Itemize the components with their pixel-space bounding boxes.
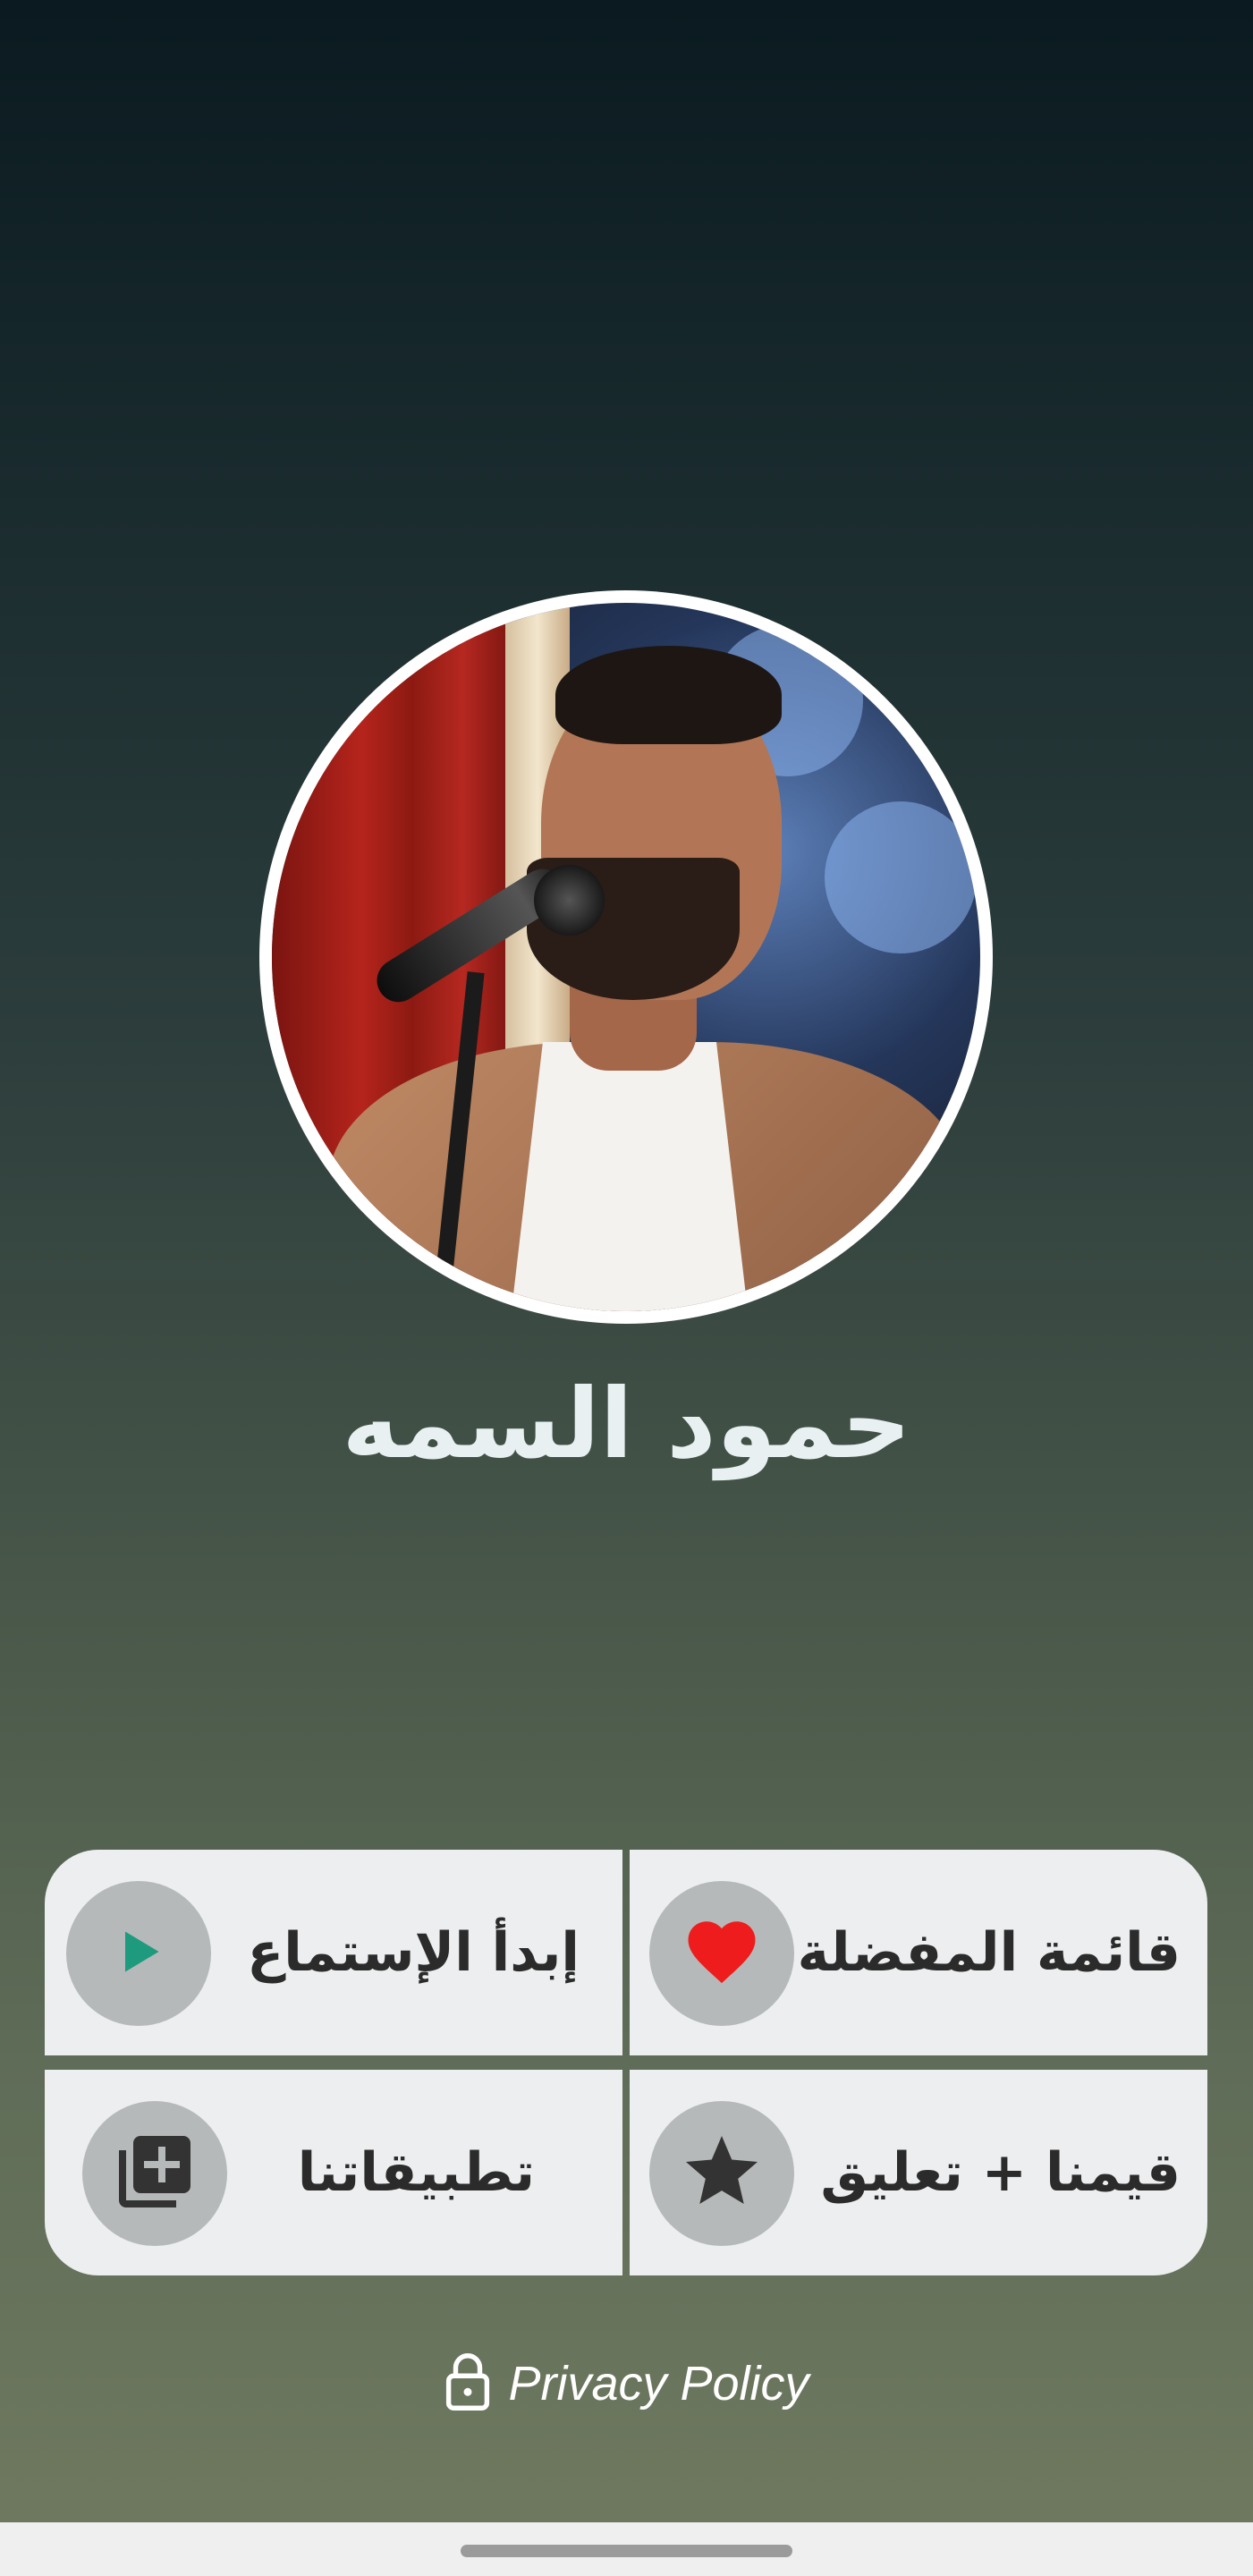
rate-us-button[interactable]: قيمنا + تعليق: [630, 2070, 1207, 2275]
heart-icon: [682, 1911, 762, 1996]
heart-icon-circle: [649, 1881, 794, 2026]
artist-avatar: [259, 590, 993, 1324]
rate-us-label: قيمنا + تعليق: [820, 2141, 1181, 2204]
lock-icon: [444, 2351, 492, 2417]
privacy-policy-link[interactable]: Privacy Policy: [0, 2343, 1253, 2424]
artist-name: حمود السمه: [342, 1368, 911, 1480]
artist-photo: [272, 603, 980, 1311]
system-nav-bar: [0, 2522, 1253, 2576]
privacy-policy-label: Privacy Policy: [508, 2357, 809, 2411]
star-icon: [679, 2129, 765, 2218]
home-indicator[interactable]: [461, 2545, 792, 2557]
main-menu: إبدأ الإستماع قائمة المفضلة تطبيقاتنا قي…: [45, 1850, 1207, 2275]
our-apps-button[interactable]: تطبيقاتنا: [45, 2070, 622, 2275]
app-screen: حمود السمه إبدأ الإستماع قائمة المفضلة ت…: [0, 0, 1253, 2576]
start-listening-label: إبدأ الإستماع: [247, 1921, 580, 1984]
shirt: [505, 1042, 754, 1311]
stage-light: [824, 801, 977, 953]
microphone-head: [534, 865, 605, 936]
play-icon-circle: [66, 1881, 211, 2026]
favorites-label: قائمة المفضلة: [797, 1921, 1181, 1984]
our-apps-label: تطبيقاتنا: [297, 2141, 535, 2204]
favorites-button[interactable]: قائمة المفضلة: [630, 1850, 1207, 2055]
library-add-icon: [112, 2129, 198, 2218]
play-icon: [112, 1925, 165, 1982]
start-listening-button[interactable]: إبدأ الإستماع: [45, 1850, 622, 2055]
star-icon-circle: [649, 2101, 794, 2246]
library-add-icon-circle: [82, 2101, 227, 2246]
hair: [555, 645, 783, 745]
